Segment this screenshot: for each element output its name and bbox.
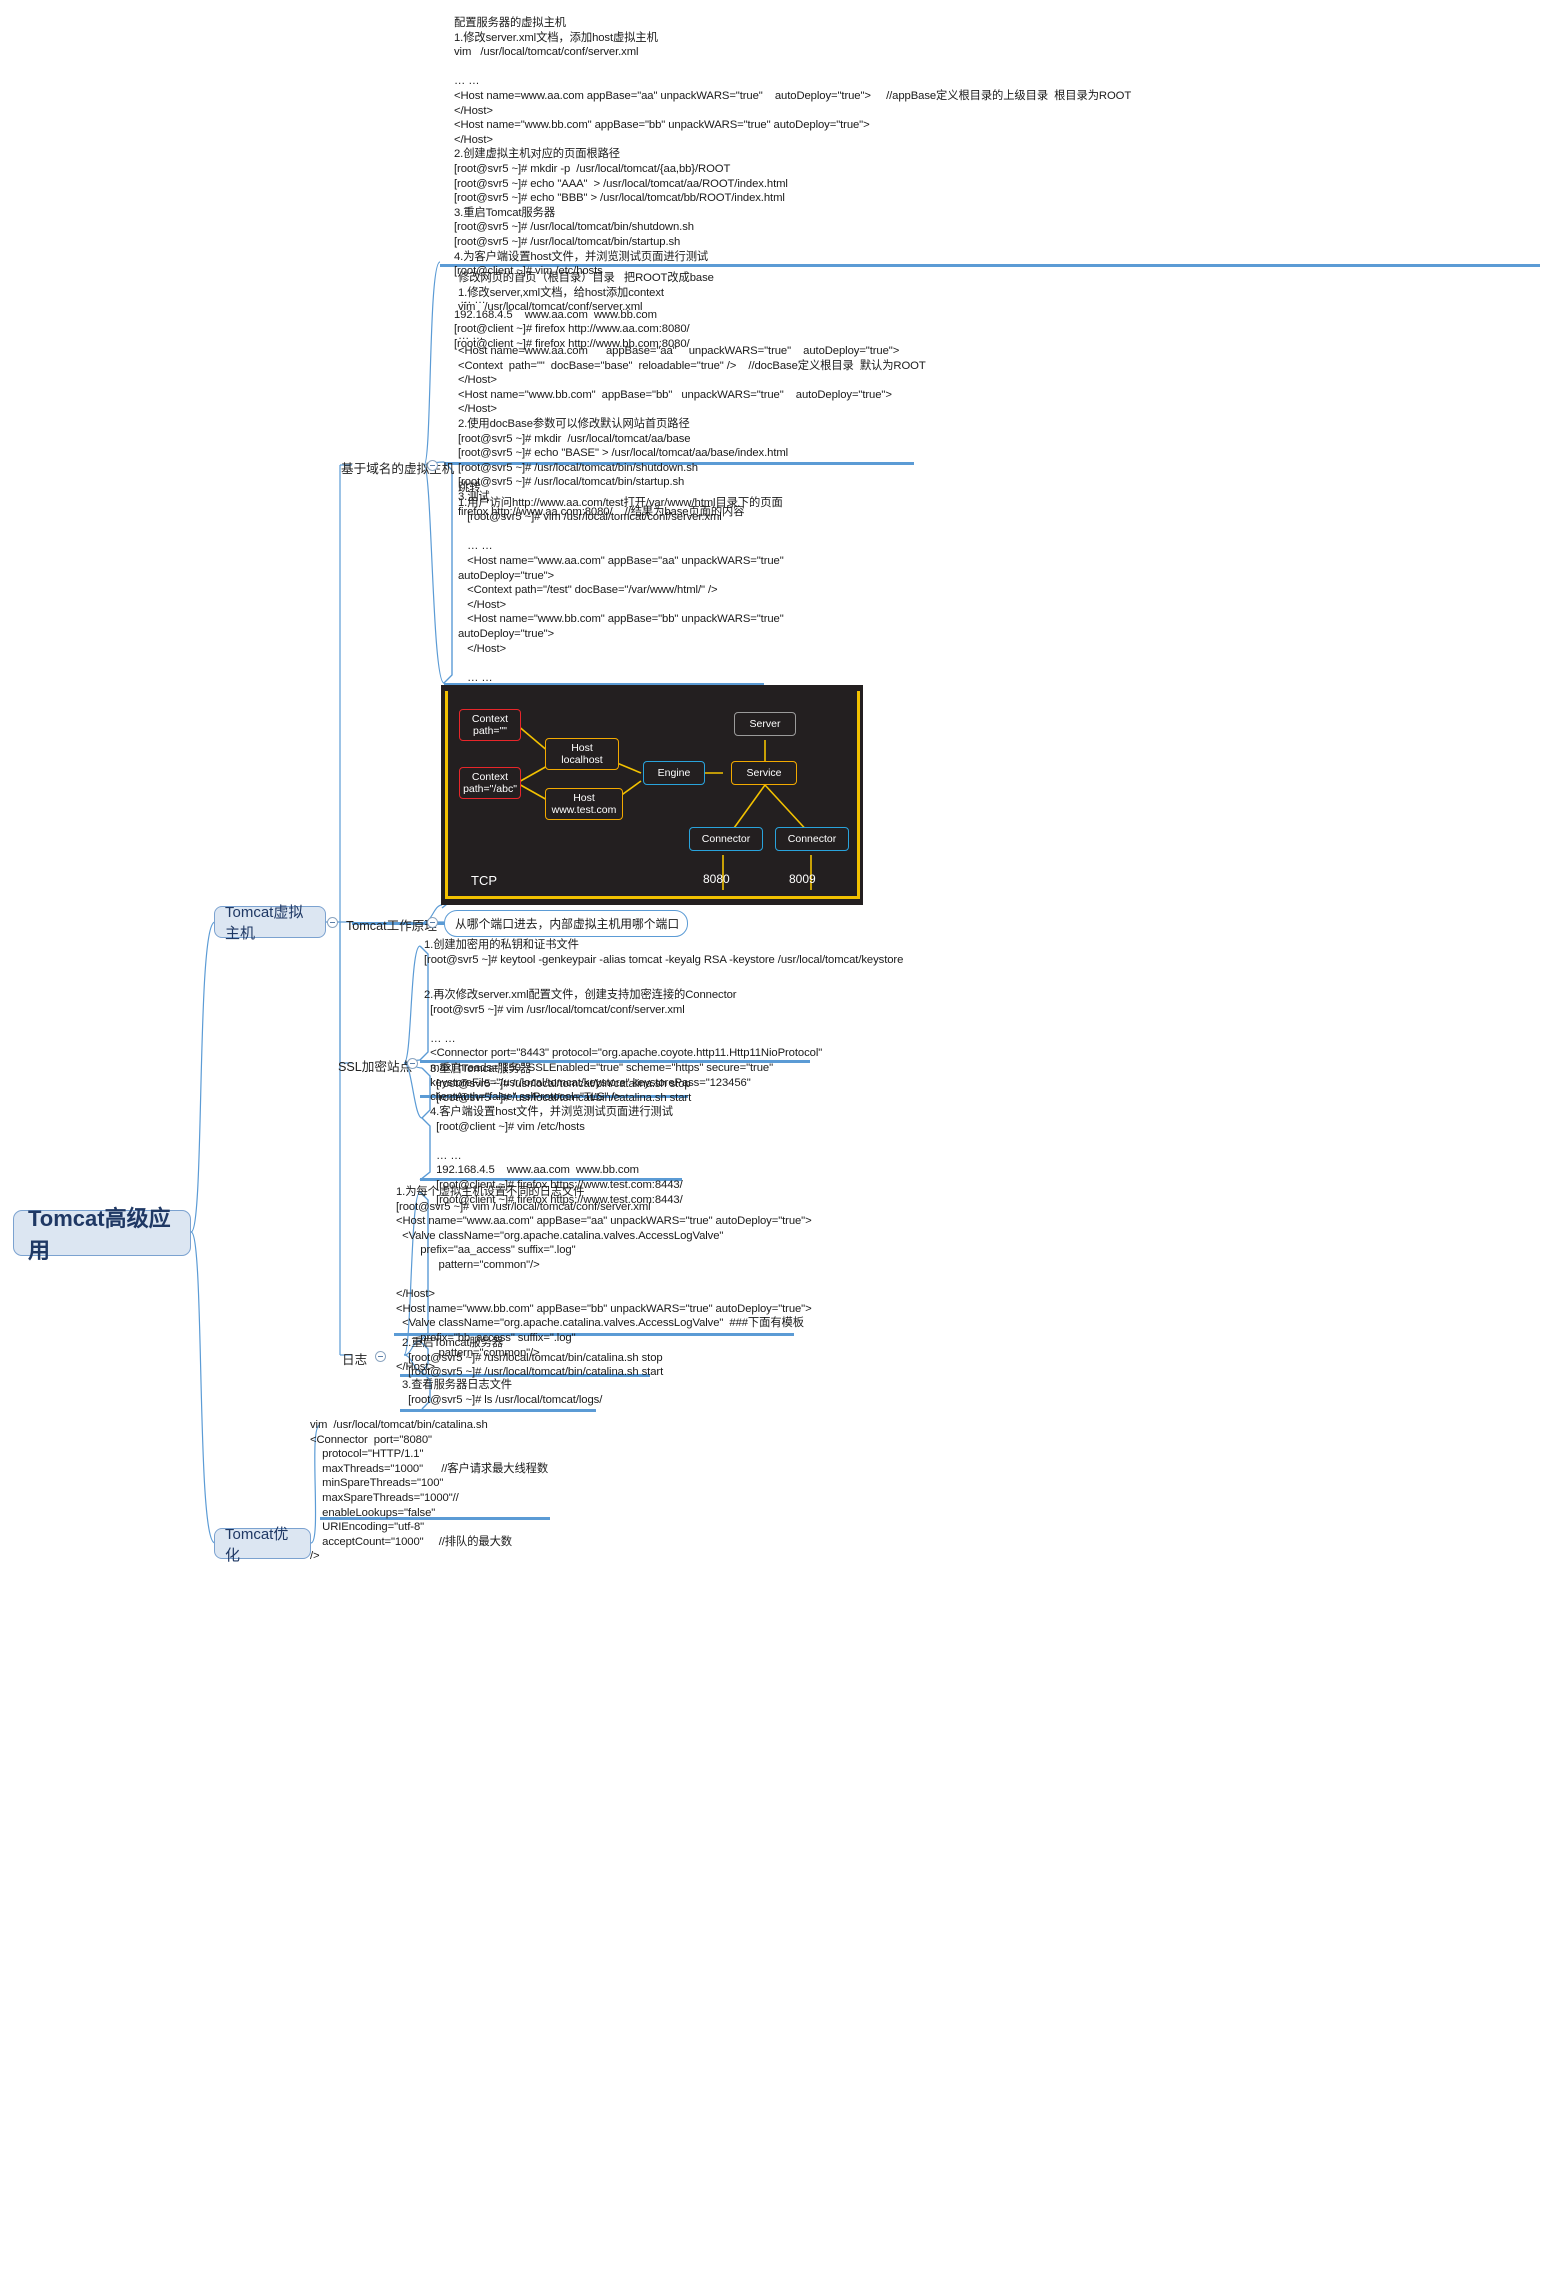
sublabel-logs-text: 日志 <box>342 1353 368 1367</box>
sublabel-ssl-site[interactable]: SSL加密站点 <box>338 1056 412 1075</box>
diagram-node-host-localhost: Host localhost <box>545 738 619 770</box>
diagram-label-port-8080: 8080 <box>703 872 730 886</box>
note-log-3: 3.查看服务器日志文件 [root@svr5 ~]# ls /usr/local… <box>402 1378 602 1407</box>
toggle-work-principle[interactable] <box>427 917 438 928</box>
diagram-label-port-8009: 8009 <box>789 872 816 886</box>
note-ssl-3-text: 3.重启Tomcat服务器 [root@svr5 ~]# /usr/local/… <box>430 1063 692 1105</box>
diagram-node-context-root-label: Context path="" <box>471 713 509 737</box>
sublabel-work-principle[interactable]: Tomcat工作原理 <box>346 915 437 934</box>
toggle-virtual-host[interactable] <box>327 917 338 928</box>
diagram-node-engine: Engine <box>643 761 705 785</box>
branch-node-virtual-host[interactable]: Tomcat虚拟主机 <box>214 904 326 942</box>
sublabel-ssl-site-text: SSL加密站点 <box>338 1060 413 1074</box>
tomcat-architecture-diagram: Context path="" Context path="/abc" Host… <box>441 685 863 905</box>
mindmap-canvas: Tomcat高级应用 Tomcat虚拟主机 Tomcat优化 基于域名的虚拟主机… <box>0 0 1543 2271</box>
diagram-label-port-8009-text: 8009 <box>789 872 816 886</box>
sublabel-work-principle-text: Tomcat工作原理 <box>346 919 437 933</box>
root-node-label: Tomcat高级应用 <box>28 1206 171 1263</box>
diagram-node-server-label: Server <box>749 718 781 730</box>
branch-node-optimize-label: Tomcat优化 <box>225 1525 289 1564</box>
toggle-logs[interactable] <box>375 1351 386 1362</box>
diagram-node-service-label: Service <box>746 767 782 779</box>
diagram-node-connector-1-label: Connector <box>701 833 751 845</box>
diagram-label-port-8080-text: 8080 <box>703 872 730 886</box>
diagram-node-server: Server <box>734 712 796 736</box>
note-optimize-text: vim /usr/local/tomcat/bin/catalina.sh <C… <box>310 1419 549 1563</box>
note-ssl-1: 1.创建加密用的私钥和证书文件 [root@svr5 ~]# keytool -… <box>424 938 903 967</box>
sublabel-logs[interactable]: 日志 <box>342 1349 367 1368</box>
diagram-node-context-root: Context path="" <box>459 709 521 741</box>
diagram-label-tcp-text: TCP <box>471 873 497 888</box>
diagram-node-engine-label: Engine <box>657 767 691 779</box>
toggle-ssl-site[interactable] <box>407 1058 418 1069</box>
diagram-node-context-abc: Context path="/abc" <box>459 767 521 799</box>
note-log-3-text: 3.查看服务器日志文件 [root@svr5 ~]# ls /usr/local… <box>402 1379 603 1406</box>
diagram-node-context-abc-label: Context path="/abc" <box>463 771 517 795</box>
note-log-2: 2.重启Tomcat服务器 [root@svr5 ~]# /usr/local/… <box>402 1336 663 1380</box>
note-log-2-text: 2.重启Tomcat服务器 [root@svr5 ~]# /usr/local/… <box>402 1337 664 1379</box>
diagram-node-connector-1: Connector <box>689 827 763 851</box>
diagram-label-tcp: TCP <box>471 873 497 888</box>
note-ssl-1-text: 1.创建加密用的私钥和证书文件 [root@svr5 ~]# keytool -… <box>424 939 904 966</box>
accent-underline-10 <box>400 1409 596 1412</box>
branch-node-optimize[interactable]: Tomcat优化 <box>214 1526 311 1564</box>
toggle-domain-based[interactable] <box>427 460 438 471</box>
diagram-node-connector-2: Connector <box>775 827 849 851</box>
diagram-node-host-localhost-label: Host localhost <box>561 742 603 766</box>
diagram-node-connector-2-label: Connector <box>787 833 837 845</box>
bubble-work-principle: 从哪个端口进去，内部虚拟主机用哪个端口 <box>444 910 689 937</box>
note-ssl-3: 3.重启Tomcat服务器 [root@svr5 ~]# /usr/local/… <box>430 1062 691 1106</box>
diagram-node-host-test-label: Host www.test.com <box>551 792 617 816</box>
diagram-node-host-test: Host www.test.com <box>545 788 623 820</box>
branch-node-virtual-host-label: Tomcat虚拟主机 <box>225 904 304 942</box>
note-optimize: vim /usr/local/tomcat/bin/catalina.sh <C… <box>310 1418 548 1564</box>
diagram-node-service: Service <box>731 761 797 785</box>
root-node[interactable]: Tomcat高级应用 <box>13 1206 191 1263</box>
bubble-work-principle-text: 从哪个端口进去，内部虚拟主机用哪个端口 <box>455 917 680 931</box>
